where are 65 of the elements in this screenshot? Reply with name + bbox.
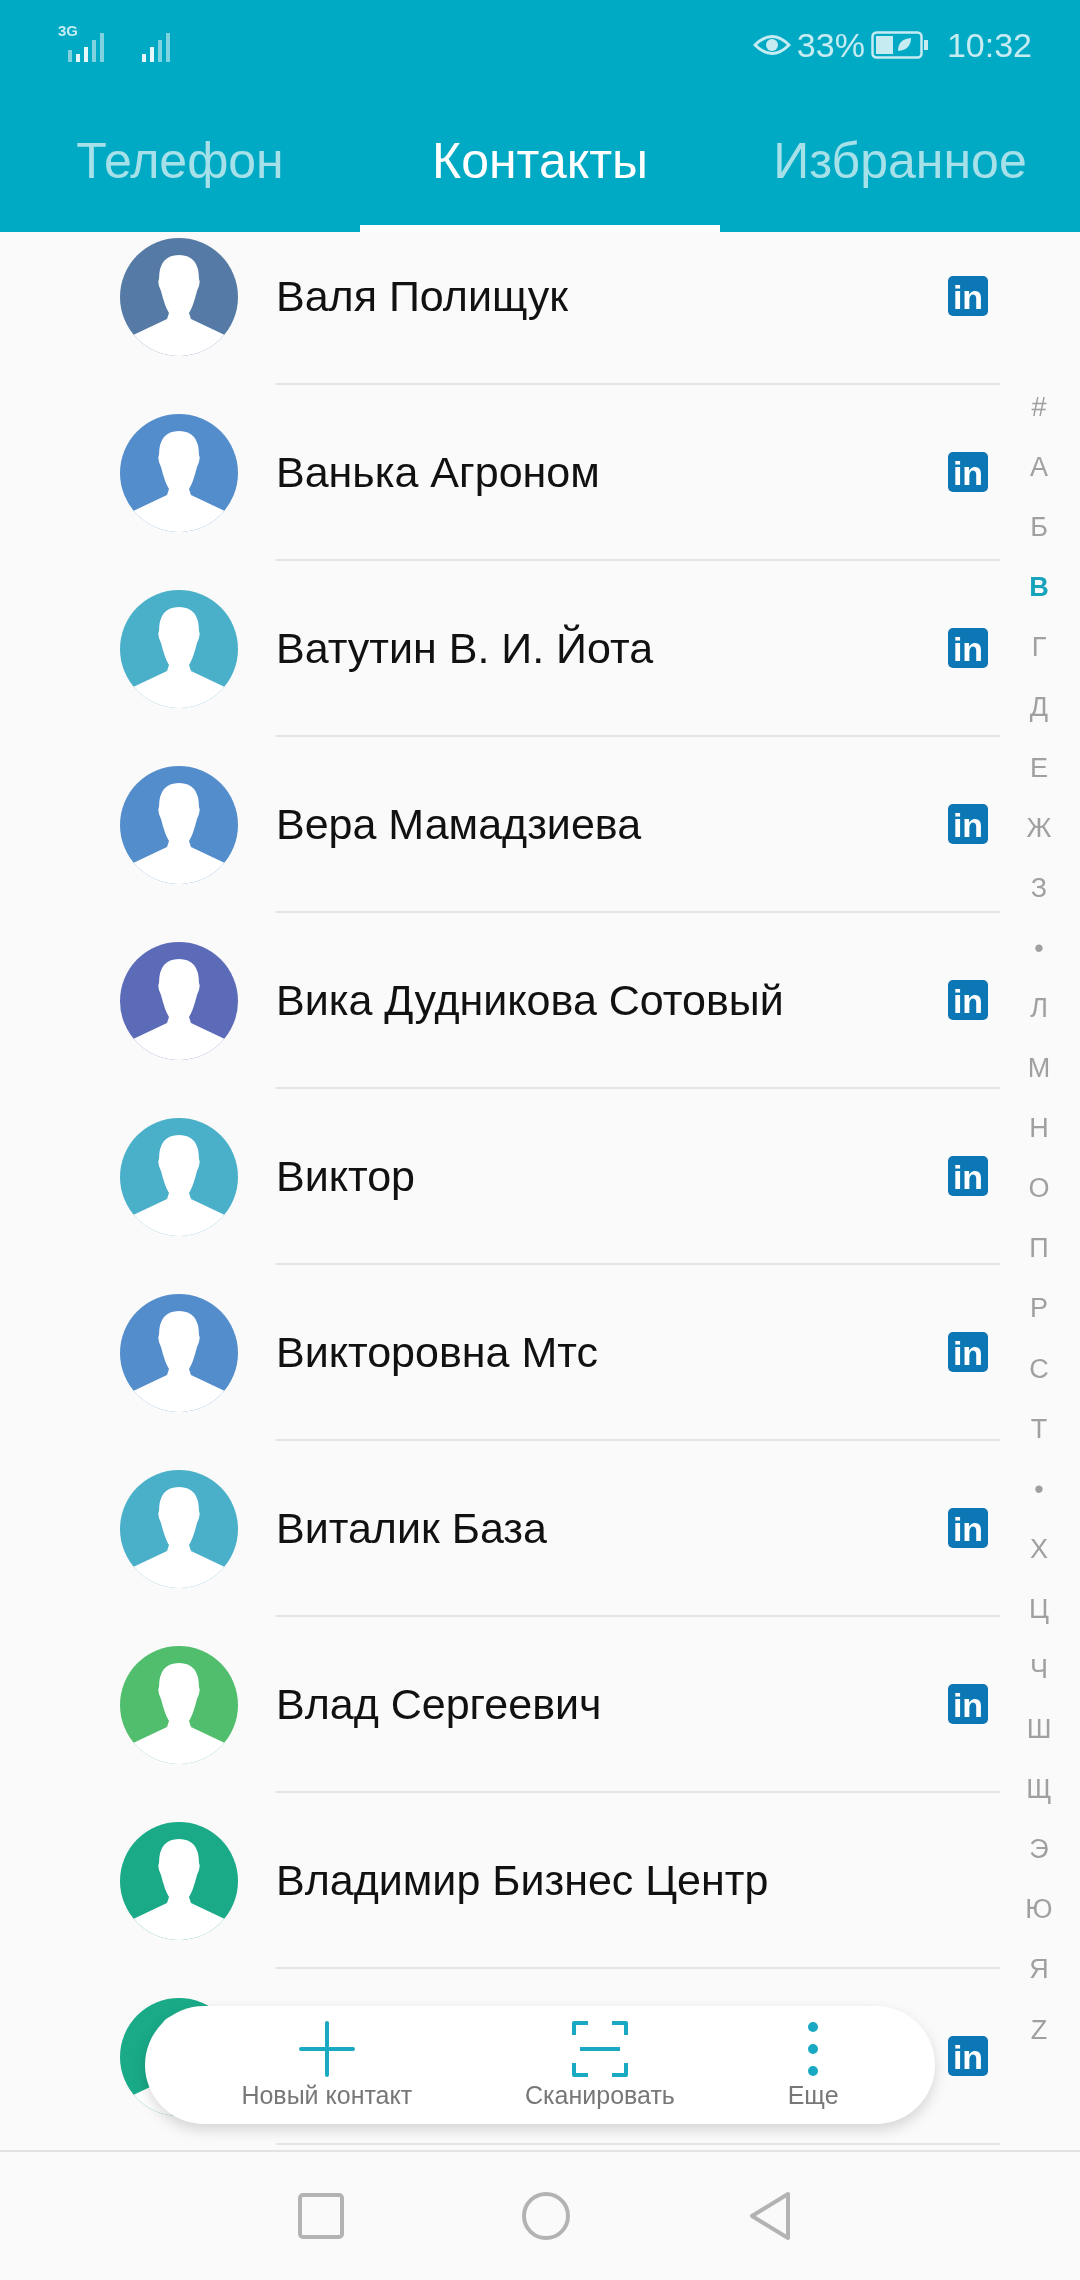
account-badge: in xyxy=(948,804,988,844)
account-badge: in xyxy=(948,1156,988,1196)
index-letter[interactable]: Э xyxy=(1029,1819,1049,1880)
index-letter[interactable]: Я xyxy=(1029,1939,1049,2000)
index-letter[interactable]: Х xyxy=(1030,1518,1048,1579)
battery-percent: 33% xyxy=(796,25,865,65)
index-letter[interactable]: О xyxy=(1028,1158,1050,1219)
account-badge: in xyxy=(948,628,988,668)
index-letter[interactable]: Н xyxy=(1029,1098,1049,1159)
index-letter[interactable]: Ш xyxy=(1026,1699,1052,1760)
index-letter[interactable]: Г xyxy=(1031,617,1047,678)
index-letter[interactable]: Т xyxy=(1030,1398,1048,1459)
index-letter[interactable]: М xyxy=(1027,1038,1051,1099)
index-letter[interactable]: Ж xyxy=(1026,797,1052,858)
contact-name[interactable]: Вика Дудникова Сотовый xyxy=(276,975,784,1025)
home-icon[interactable] xyxy=(521,2191,571,2241)
account-badge: in xyxy=(948,452,988,492)
index-letter[interactable]: Д xyxy=(1029,677,1049,738)
account-badge: in xyxy=(948,2036,988,2076)
contact-name[interactable]: Ватутин В. И. Йота xyxy=(276,623,654,673)
contact-name[interactable]: Влад Сергеевич xyxy=(276,1679,602,1729)
index-letter[interactable]: Б xyxy=(1030,497,1048,558)
index-letter[interactable]: • xyxy=(1034,917,1044,978)
contact-name[interactable]: Викторовна Мтс xyxy=(276,1327,598,1377)
plus-icon xyxy=(298,2020,355,2077)
index-letter[interactable]: С xyxy=(1029,1338,1049,1399)
contact-name[interactable]: Валя Полищук xyxy=(276,271,569,321)
account-badge: in xyxy=(948,276,988,316)
index-letter[interactable]: • xyxy=(1034,1458,1044,1519)
index-letter[interactable]: Z xyxy=(1030,1999,1048,2060)
index-letter[interactable]: А xyxy=(1030,437,1048,498)
contact-name[interactable]: Виталик База xyxy=(276,1503,547,1553)
network-type: 3G xyxy=(58,22,78,39)
index-letter[interactable]: # xyxy=(1031,377,1047,438)
index-letter[interactable]: Р xyxy=(1030,1278,1048,1339)
index-letter[interactable]: Е xyxy=(1030,737,1048,798)
eye-icon xyxy=(752,32,791,58)
account-badge: in xyxy=(948,980,988,1020)
tab[interactable]: Контакты xyxy=(360,90,720,232)
action-button[interactable]: Еще xyxy=(787,2020,839,2110)
battery-icon xyxy=(870,31,929,59)
scan-icon xyxy=(571,2020,628,2077)
contact-name[interactable]: Вера Мамадзиева xyxy=(276,799,642,849)
contact-name[interactable]: Владимир Бизнес Центр xyxy=(276,1855,769,1905)
index-letter[interactable]: З xyxy=(1030,857,1048,918)
index-letter[interactable]: Ю xyxy=(1025,1879,1053,1940)
account-badge: in xyxy=(948,1684,988,1724)
tab[interactable]: Телефон xyxy=(0,90,360,232)
index-letter[interactable]: Ц xyxy=(1029,1578,1049,1639)
index-letter[interactable]: В xyxy=(1029,557,1049,618)
index-letter[interactable]: П xyxy=(1029,1218,1049,1279)
action-button[interactable]: Новый контакт xyxy=(241,2020,413,2110)
index-letter[interactable]: Ч xyxy=(1030,1638,1048,1700)
clock: 10:32 xyxy=(946,25,1032,65)
contact-name[interactable]: Виктор xyxy=(276,1151,416,1201)
account-badge: in xyxy=(948,1332,988,1372)
action-button[interactable]: Сканировать xyxy=(525,2020,675,2110)
back-icon[interactable] xyxy=(747,2191,792,2241)
index-letter[interactable]: Щ xyxy=(1026,1759,1052,1820)
tab[interactable]: Избранное xyxy=(720,90,1080,232)
account-badge: in xyxy=(948,1508,988,1548)
index-letter[interactable]: Л xyxy=(1030,977,1048,1039)
recent-apps-icon[interactable] xyxy=(298,2193,345,2239)
contact-name[interactable]: Ванька Агроном xyxy=(276,447,600,497)
more-icon xyxy=(807,2020,820,2077)
